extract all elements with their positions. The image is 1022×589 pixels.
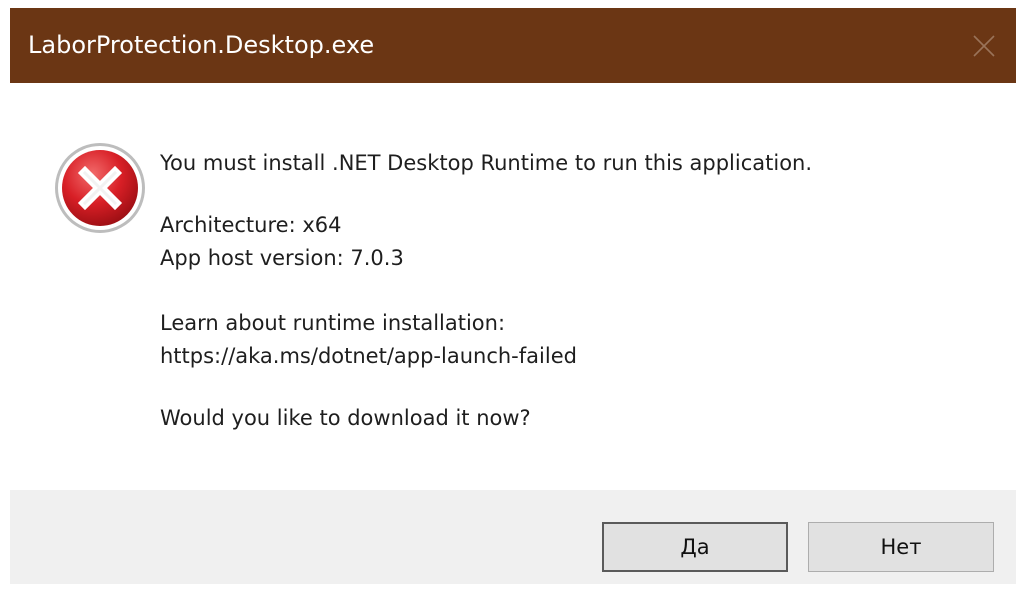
title-bar: LaborProtection.Desktop.exe — [10, 8, 1016, 83]
message-question: Would you like to download it now? — [160, 406, 531, 430]
no-button[interactable]: Нет — [808, 522, 994, 572]
close-icon — [973, 34, 995, 57]
message-line-install: You must install .NET Desktop Runtime to… — [160, 151, 813, 175]
window-title: LaborProtection.Desktop.exe — [28, 31, 375, 59]
message-dialog: LaborProtection.Desktop.exe You must ins… — [10, 8, 1016, 584]
close-button[interactable] — [952, 8, 1016, 83]
button-bar: Да Нет — [10, 490, 1016, 584]
yes-button[interactable]: Да — [602, 522, 788, 572]
message-learn-about: Learn about runtime installation: — [160, 311, 506, 335]
message-url: https://aka.ms/dotnet/app-launch-failed — [160, 344, 577, 368]
message-architecture: Architecture: x64 — [160, 213, 342, 237]
error-icon — [55, 143, 145, 233]
message-app-host-version: App host version: 7.0.3 — [160, 246, 404, 270]
dialog-content: You must install .NET Desktop Runtime to… — [10, 83, 1016, 490]
